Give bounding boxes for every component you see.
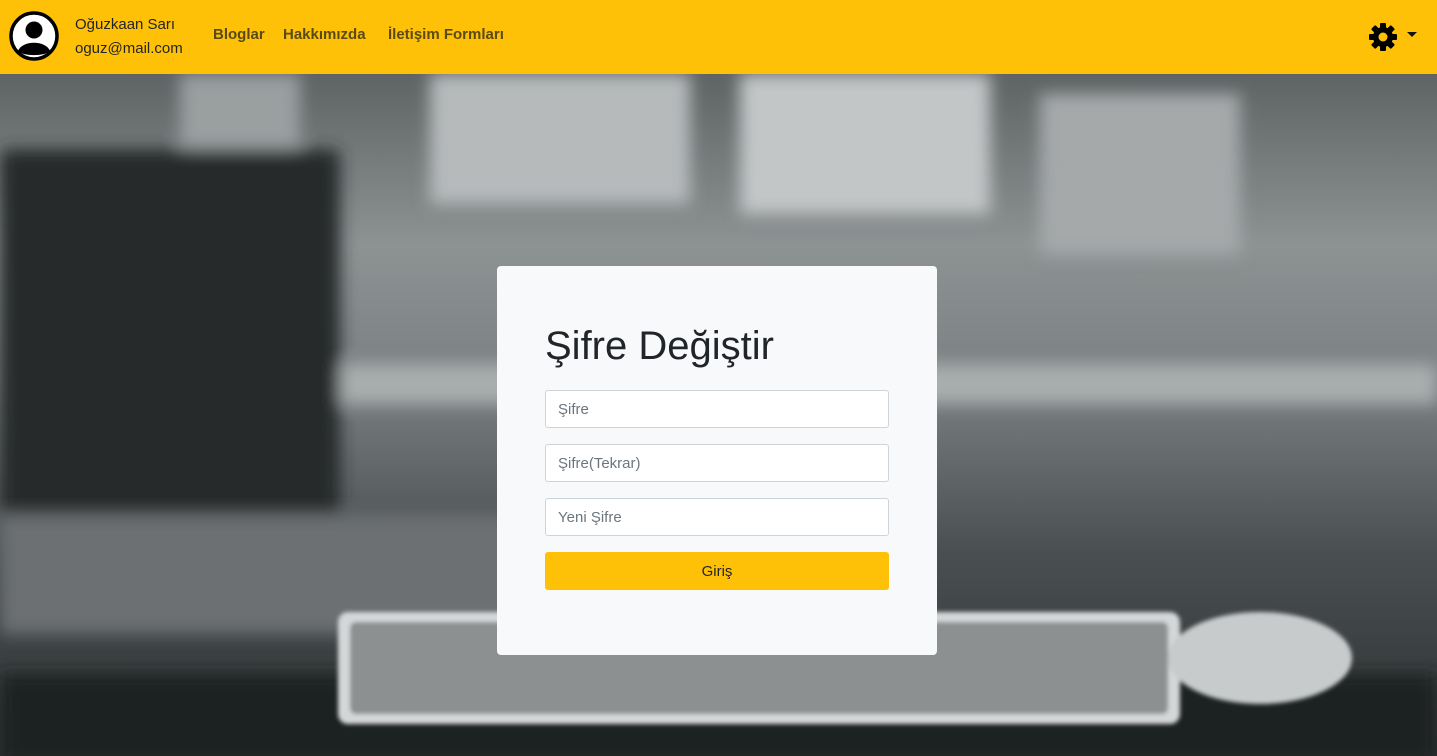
password-field[interactable] (545, 390, 889, 428)
gear-icon (1369, 23, 1397, 51)
password-repeat-field[interactable] (545, 444, 889, 482)
user-avatar-icon[interactable] (9, 11, 59, 61)
nav-link-iletisim-formlari[interactable]: İletişim Formları (388, 26, 504, 43)
new-password-field[interactable] (545, 498, 889, 536)
user-email: oguz@mail.com (75, 40, 183, 57)
user-info: Oğuzkaan Sarı oguz@mail.com (75, 13, 183, 61)
submit-button[interactable]: Giriş (545, 552, 889, 590)
navbar: Oğuzkaan Sarı oguz@mail.com Bloglar Hakk… (0, 0, 1437, 74)
caret-down-icon (1407, 32, 1417, 37)
form-title: Şifre Değiştir (545, 324, 774, 368)
settings-dropdown-toggle[interactable] (1366, 20, 1420, 54)
user-name: Oğuzkaan Sarı (75, 16, 176, 33)
nav-link-bloglar[interactable]: Bloglar (213, 26, 265, 43)
change-password-card: Şifre Değiştir Giriş (497, 266, 937, 655)
nav-link-hakkimizda[interactable]: Hakkımızda (283, 26, 366, 43)
